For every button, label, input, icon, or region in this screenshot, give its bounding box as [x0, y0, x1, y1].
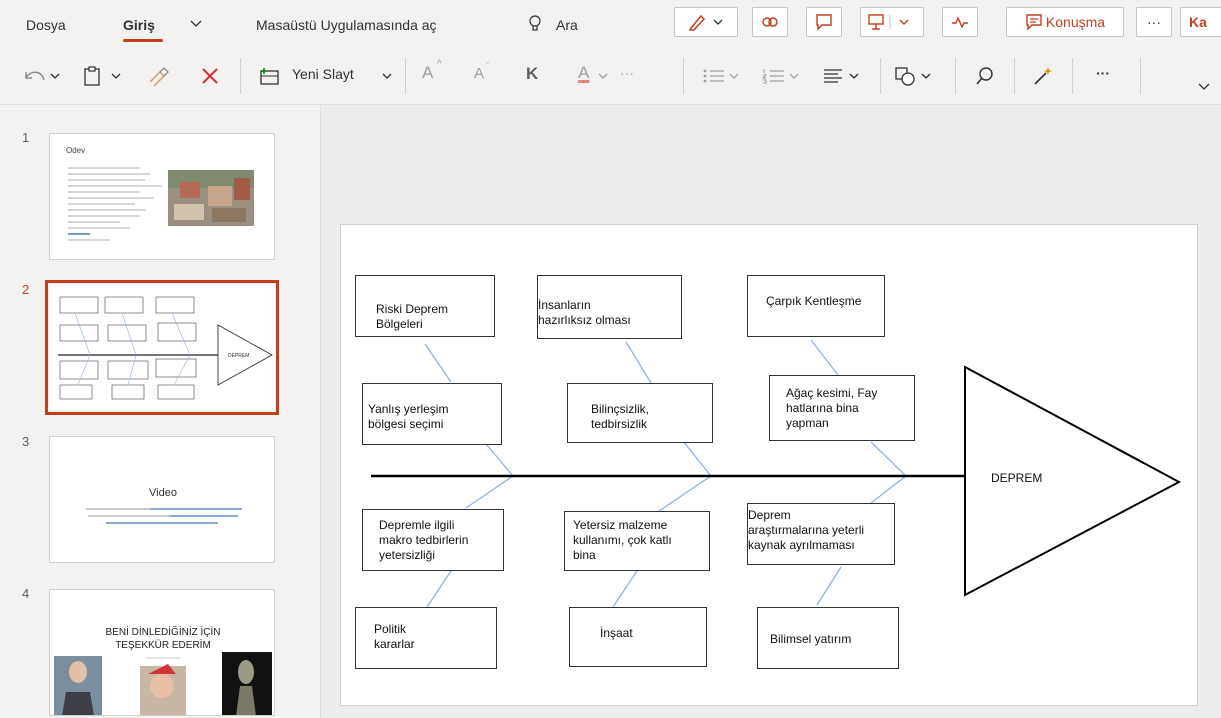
thumb2-fishbone-diagram: DEPREM — [58, 296, 273, 400]
bullets-icon[interactable] — [700, 64, 742, 88]
cut-off-label: Ka — [1189, 14, 1207, 30]
cause-box-11-text: İnşaat — [600, 626, 633, 640]
cause-box-4-text: Yanlış yerleşim bölgesi seçimi — [368, 402, 449, 431]
new-slide-button[interactable]: Yeni Slayt — [292, 66, 354, 82]
font-grow-button[interactable]: A — [422, 63, 433, 83]
bone-b8-b11 — [612, 570, 638, 608]
bold-button[interactable]: K — [526, 64, 538, 84]
open-desktop-app-link[interactable]: Masaüstü Uygulamasında aç — [256, 0, 437, 48]
thumb2-label: DEPREM — [228, 353, 249, 359]
overflow-cut-button[interactable]: Ka — [1180, 7, 1221, 37]
ribbon-toolbar: Yeni Slayt A ^ A ˇ K A ··· ··· — [0, 48, 1221, 105]
format-painter-icon[interactable] — [144, 64, 172, 88]
cause-box-8-text: Yetersiz malzeme kullanımı, çok katlı bi… — [573, 518, 672, 562]
bone-b7-b10 — [426, 570, 452, 608]
cause-box-10[interactable]: Politik kararlar — [355, 607, 497, 669]
chat-icon — [1026, 14, 1042, 31]
lightbulb-icon[interactable] — [528, 0, 542, 48]
cause-box-12[interactable]: Bilimsel yatırım — [757, 607, 899, 669]
align-icon[interactable] — [820, 64, 868, 88]
bone-b6-spine — [870, 441, 907, 477]
cause-box-12-text: Bilimsel yatırım — [770, 632, 852, 646]
numbering-icon[interactable] — [760, 64, 802, 88]
font-color-button[interactable]: A — [578, 63, 589, 83]
find-search-icon[interactable] — [972, 64, 998, 88]
current-slide[interactable]: DEPREM Riski Deprem Bölgeleri İnsanların… — [340, 224, 1198, 706]
ribbon-collapse-chevron-icon[interactable] — [190, 0, 202, 48]
cause-box-6[interactable]: Ağaç kesimi, Fay hatlarına bina yapman — [769, 375, 915, 441]
cause-box-7[interactable]: Depremle ilgili makro tedbirlerin yeters… — [362, 509, 504, 571]
slide-thumbnail-3[interactable]: Video — [49, 436, 275, 563]
thumb1-content — [68, 167, 254, 241]
delete-icon[interactable] — [196, 64, 224, 88]
cause-box-7-text: Depremle ilgili makro tedbirlerin yeters… — [379, 518, 469, 562]
menu-file[interactable]: Dosya — [26, 0, 66, 48]
konusma-button[interactable]: Konuşma — [1006, 7, 1124, 37]
slide-thumbnail-1[interactable]: Odev — [49, 133, 275, 260]
slide-number-2: 2 — [22, 282, 30, 297]
slide-number-3: 3 — [22, 434, 30, 449]
link-icon[interactable] — [752, 7, 788, 37]
new-slide-icon[interactable] — [256, 64, 282, 88]
cause-box-6-text: Ağaç kesimi, Fay hatlarına bina yapman — [786, 386, 878, 430]
konusma-label: Konuşma — [1045, 14, 1106, 30]
cause-box-2[interactable]: İnsanların hazırlıksız olması — [537, 275, 682, 339]
paste-icon[interactable] — [80, 64, 130, 88]
cause-box-4[interactable]: Yanlış yerleşim bölgesi seçimi — [362, 383, 502, 445]
cause-box-10-text: Politik kararlar — [374, 622, 415, 651]
activity-icon[interactable] — [942, 7, 978, 37]
thumb4-photos — [54, 652, 272, 715]
font-color-chevron-icon[interactable] — [596, 64, 610, 88]
bone-spine-b8 — [658, 475, 712, 512]
font-grow-caret: ^ — [437, 59, 442, 70]
font-shrink-caret: ˇ — [486, 61, 489, 71]
new-slide-chevron-icon[interactable] — [380, 64, 394, 88]
bone-b9-b12 — [816, 566, 842, 606]
undo-icon[interactable] — [20, 64, 64, 88]
slide-number-4: 4 — [22, 586, 30, 601]
cause-box-11[interactable]: İnşaat — [569, 607, 707, 667]
bone-spine-b7 — [465, 475, 514, 509]
cause-box-9[interactable]: Deprem araştırmalarına yeterli kaynak ay… — [747, 503, 895, 565]
font-more-button[interactable]: ··· — [620, 65, 634, 81]
menu-bar: Dosya Giriş Masaüstü Uygulamasında aç Ar… — [0, 0, 1221, 48]
bone-b2-b5 — [625, 341, 652, 384]
ribbon-more-button[interactable]: ··· — [1096, 65, 1110, 81]
ribbon-expand-chevron-icon[interactable] — [1196, 78, 1212, 94]
cause-box-1-text: Riski Deprem Bölgeleri — [376, 302, 449, 331]
cause-box-9-text: Deprem araştırmalarına yeterli kaynak ay… — [748, 508, 865, 552]
slide-thumbnail-4[interactable]: BENİ DİNLEDİĞİNİZ İÇİN TEŞEKKÜR EDERİM — [49, 589, 275, 716]
cause-box-2-text: İnsanların hazırlıksız olması — [538, 298, 631, 327]
draw-pen-button[interactable] — [674, 7, 738, 37]
cause-box-5[interactable]: Bilinçsizlik, tedbirsizlik — [567, 383, 713, 443]
cause-box-3[interactable]: Çarpık Kentleşme — [747, 275, 885, 337]
designer-wand-icon[interactable] — [1030, 64, 1056, 88]
bone-spine-b9 — [870, 475, 907, 504]
slide-number-1: 1 — [22, 130, 30, 145]
bone-b3-b6 — [810, 339, 839, 376]
cause-box-5-text: Bilinçsizlik, tedbirsizlik — [591, 402, 650, 431]
cause-box-3-text: Çarpık Kentleşme — [766, 294, 862, 308]
more-menu-button[interactable]: ··· — [1136, 7, 1172, 37]
cause-box-1[interactable]: Riski Deprem Bölgeleri — [355, 275, 495, 337]
search-tell-me[interactable]: Ara — [556, 0, 578, 48]
active-tab-indicator — [123, 39, 163, 42]
head-label: DEPREM — [991, 471, 1042, 485]
bone-b1-b4 — [424, 343, 452, 383]
font-shrink-button[interactable]: A — [474, 65, 484, 82]
thumb3-links — [86, 508, 242, 524]
cause-box-8[interactable]: Yetersiz malzeme kullanımı, çok katlı bi… — [564, 511, 710, 571]
slide-thumbnail-2[interactable]: DEPREM — [45, 280, 279, 415]
bone-b5-spine — [682, 440, 712, 477]
comment-icon[interactable] — [806, 7, 842, 37]
shapes-icon[interactable] — [892, 64, 942, 88]
present-button[interactable] — [860, 7, 924, 37]
